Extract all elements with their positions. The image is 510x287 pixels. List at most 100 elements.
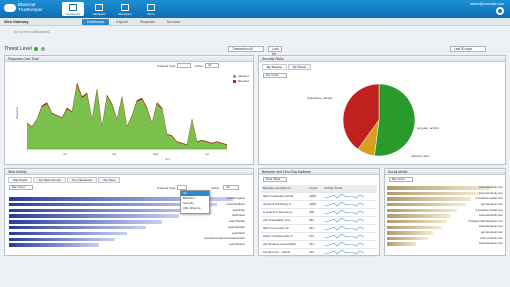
count-cell: 900 <box>307 208 323 217</box>
info-icon[interactable] <box>40 46 45 51</box>
tab-by-threat[interactable]: By Threat <box>287 64 311 70</box>
count-cell: 1008 <box>307 192 323 201</box>
trend-cell <box>322 216 377 225</box>
nav-messages[interactable]: Messages <box>114 2 136 16</box>
bar[interactable] <box>9 243 99 247</box>
tab-top-web-groups[interactable]: Top Web Groups <box>33 177 66 183</box>
lookup-button[interactable]: Look Up <box>268 46 282 56</box>
section-tabs: Dashboard Explore Requests Services <box>82 19 185 25</box>
security-title: Security Risks <box>262 57 284 61</box>
count-cell: 861 <box>307 216 323 225</box>
nav-navigator[interactable]: Navigator <box>88 2 110 16</box>
bar[interactable] <box>387 203 466 207</box>
bar[interactable] <box>387 186 492 190</box>
tab-dashboard[interactable]: Dashboard <box>82 19 110 25</box>
nav-store[interactable]: Store <box>140 2 162 16</box>
dropdown-option[interactable]: URL Filtering <box>181 206 209 211</box>
social-media-panel: Social Media Bar Chart www.facebook.com w… <box>384 168 506 256</box>
time-range-select[interactable]: Last 30 days <box>450 46 486 52</box>
bar[interactable] <box>387 214 451 218</box>
table-row[interactable]: pdf vulnerability (cve 861 <box>261 216 377 225</box>
tab-services[interactable]: Services <box>162 19 185 25</box>
web-action-select[interactable]: All <box>223 185 239 190</box>
x-tick: Apr <box>112 152 117 156</box>
tab-top-users[interactable]: Top Users <box>8 177 33 183</box>
gear-icon[interactable] <box>496 7 504 15</box>
sparkline-path <box>324 193 365 198</box>
column-header[interactable]: Count <box>307 185 323 193</box>
tab-by-source[interactable]: By Source <box>262 64 287 70</box>
column-header[interactable]: Behavior and Zero D. <box>261 185 308 193</box>
y-axis-label: Requests <box>14 107 19 119</box>
bar[interactable] <box>9 231 127 236</box>
brand-bottom: TrustKeeper <box>18 6 43 12</box>
bar[interactable] <box>9 208 205 213</box>
zero-day-view-select[interactable]: Data Table <box>263 177 287 182</box>
social-title: Social Media <box>388 170 408 174</box>
bar[interactable] <box>387 219 448 224</box>
notification-text: no current notifications <box>14 30 50 34</box>
analysis-type-dropdown: All Behavior Security URL Filtering <box>180 190 210 214</box>
analysis-type-select[interactable] <box>177 63 191 68</box>
table-row[interactable]: ie trust.lms (access) a 900 <box>261 208 377 217</box>
nav-dashboard[interactable]: Dashboard <box>62 2 84 16</box>
user-email[interactable]: admin@example.com <box>470 2 504 6</box>
tab-top-sites[interactable]: Top Sites <box>98 177 121 183</box>
action-select[interactable]: All <box>205 63 219 68</box>
table-row[interactable]: buffer overflow Hide Ti 672 <box>261 232 377 241</box>
count-cell: 401 <box>307 248 323 257</box>
brand-logo[interactable]: Bluecoat TrustKeeper <box>4 2 43 12</box>
tab-requests[interactable]: Requests <box>135 19 160 25</box>
count-cell: 512 <box>307 240 323 249</box>
cloud-icon <box>4 3 16 12</box>
web-analysis-label: Analysis Type <box>157 186 176 190</box>
security-tabs: By Source By Threat <box>262 64 311 70</box>
table-row[interactable]: format error - critical 401 <box>261 248 377 257</box>
lock-icon <box>95 4 103 11</box>
bar[interactable] <box>387 191 480 196</box>
bar[interactable] <box>387 225 442 229</box>
trend-cell <box>322 224 377 233</box>
sparkline-path <box>324 209 365 214</box>
bar[interactable] <box>387 208 457 213</box>
web-title: Web Activity <box>8 170 27 174</box>
bar[interactable] <box>387 231 434 235</box>
trend-cell <box>322 240 377 249</box>
mail-icon <box>121 4 129 11</box>
sparkline-path <box>324 249 365 254</box>
behavior-cell: ie trust.lms (access) a <box>261 208 308 217</box>
bar[interactable] <box>9 237 116 242</box>
trend-cell <box>322 208 377 217</box>
pie-slice[interactable] <box>374 83 416 157</box>
bar[interactable] <box>9 214 179 218</box>
x-tick: Jul <box>205 152 209 156</box>
bar[interactable] <box>9 220 163 224</box>
bar[interactable] <box>387 236 428 241</box>
table-row[interactable]: flash trustlookup forbid 1008 <box>261 192 377 201</box>
table-row[interactable]: flash (cross site) ob 812 <box>261 224 377 233</box>
sparkline-path <box>324 217 365 222</box>
transaction-select[interactable]: Transaction All <box>228 46 264 52</box>
analysis-type-label: Analysis Type <box>157 64 176 68</box>
x-tick: Jul <box>63 152 67 156</box>
pie-label: Infected_sites <box>411 154 430 158</box>
main-nav: Dashboard Navigator Messages Store <box>62 2 162 16</box>
security-panel-header: Security Risks <box>259 56 505 62</box>
sparkline <box>324 225 365 230</box>
web-tabs: Top Users Top Web Groups Top Categories … <box>8 177 121 183</box>
table-row[interactable]: pdf dynamic-vulnerability 512 <box>261 240 377 249</box>
sparkline <box>324 233 365 238</box>
behavior-cell: pdf vulnerability (cve <box>261 216 308 225</box>
tab-explore[interactable]: Explore <box>111 19 133 25</box>
social-view-select[interactable]: Bar Chart <box>389 177 413 182</box>
trend-cell <box>322 200 377 209</box>
security-view-select[interactable]: Pie Chart <box>263 73 287 78</box>
web-view-select[interactable]: Bar Chart <box>9 185 33 190</box>
sparkline <box>324 193 365 198</box>
tab-top-categories[interactable]: Top Categories <box>66 177 98 183</box>
bar[interactable] <box>387 197 471 201</box>
bar[interactable] <box>9 226 146 230</box>
bar[interactable] <box>387 242 416 246</box>
table-row[interactable]: dynamic link library a 1008 <box>261 200 377 209</box>
column-header[interactable]: 30 Day Trend <box>322 185 377 193</box>
